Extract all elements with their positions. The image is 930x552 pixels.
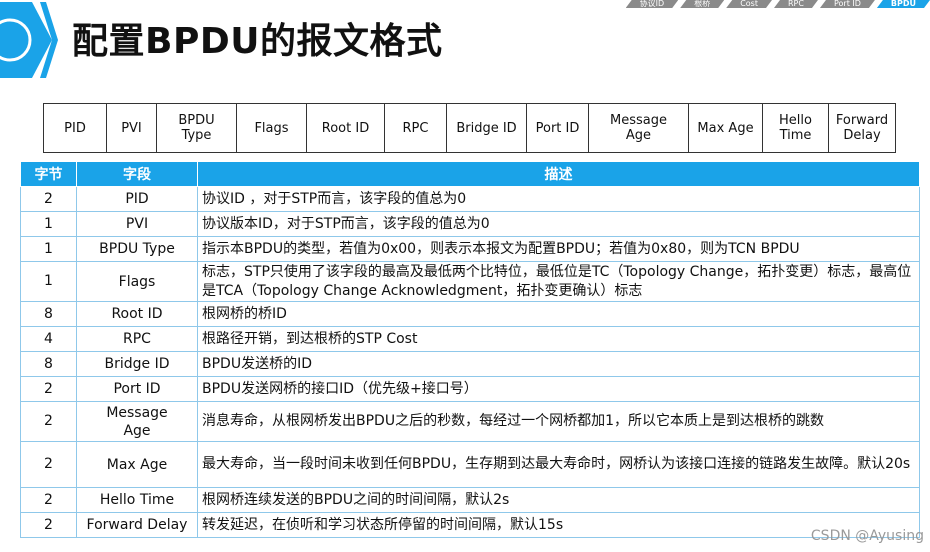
table-header-row: 字节 字段 描述: [20, 161, 920, 187]
table-row: 2 Max Age 最大寿命，当一段时间未收到任何BPDU，生存期到达最大寿命时，网…: [20, 441, 920, 488]
breadcrumb-item[interactable]: BPDU: [877, 0, 930, 8]
table-row: 8 Root ID 根网桥的桥ID: [20, 301, 920, 327]
row-field-cell: Port ID: [76, 376, 198, 402]
breadcrumb: 协议ID 根桥 Cost RPC Port ID BPDU: [624, 0, 930, 8]
format-field-cell: Forward Delay: [828, 104, 895, 152]
row-field-cell: Hello Time: [76, 487, 198, 513]
row-field-cell: Flags: [76, 261, 198, 302]
row-field-cell: Bridge ID: [76, 351, 198, 377]
row-field-cell: PVI: [76, 211, 198, 237]
row-description-cell: 最大寿命，当一段时间未收到任何BPDU，生存期到达最大寿命时，网桥认为该接口连接…: [197, 441, 920, 488]
table-row: 2 Message Age 消息寿命，从根网桥发出BPDU之后的秒数，每经过一个网桥…: [20, 401, 920, 442]
format-field-cell: Root ID: [306, 104, 384, 152]
row-field-cell: Forward Delay: [76, 512, 198, 538]
row-bytes-cell: 2: [20, 186, 77, 212]
header-description: 描述: [197, 161, 920, 187]
format-field-cell: BPDU Type: [156, 104, 236, 152]
row-description-cell: 指示本BPDU的类型，若值为0x00，则表示本报文为配置BPDU；若值为0x80…: [197, 236, 920, 262]
row-bytes-cell: 1: [20, 236, 77, 262]
breadcrumb-item[interactable]: 协议ID: [626, 0, 679, 8]
format-field-cell: Flags: [236, 104, 306, 152]
format-field-cell: PID: [64, 120, 86, 136]
row-description-cell: 根网桥连续发送的BPDU之间的时间间隔，默认2s: [197, 487, 920, 513]
watermark: CSDN @Ayusing: [810, 528, 924, 544]
row-field-cell: RPC: [76, 326, 198, 352]
row-description-cell: 协议ID ，对于STP而言，该字段的值总为0: [197, 186, 920, 212]
row-bytes-cell: 4: [20, 326, 77, 352]
format-field-cell: PVI: [106, 104, 156, 152]
row-description-cell: BPDU发送网桥的接口ID（优先级+接口号）: [197, 376, 920, 402]
table-row: 1 PVI 协议版本ID，对于STP而言，该字段的值总为0: [20, 211, 920, 237]
format-field-cell: Bridge ID: [446, 104, 526, 152]
row-bytes-cell: 8: [20, 301, 77, 327]
format-field-cell: Port ID: [526, 104, 588, 152]
row-bytes-cell: 2: [20, 487, 77, 513]
format-field-cell: RPC: [384, 104, 446, 152]
row-field-cell: PID: [76, 186, 198, 212]
breadcrumb-item[interactable]: 根桥: [680, 0, 724, 8]
row-field-cell: BPDU Type: [76, 236, 198, 262]
row-description-cell: 消息寿命，从根网桥发出BPDU之后的秒数，每经过一个网桥都加1，所以它本质上是到…: [197, 401, 920, 442]
table-row: 4 RPC 根路径开销，到达根桥的STP Cost: [20, 326, 920, 352]
format-field-cell: Hello Time: [762, 104, 828, 152]
row-field-cell: Root ID: [76, 301, 198, 327]
table-row: 1 Flags 标志，STP只使用了该字段的最高及最低两个比特位，最低位是TC（To…: [20, 261, 920, 302]
header-bytes: 字节: [20, 161, 77, 187]
table-row: 2 Hello Time 根网桥连续发送的BPDU之间的时间间隔，默认2s: [20, 487, 920, 513]
row-description-cell: BPDU发送桥的ID: [197, 351, 920, 377]
row-bytes-cell: 2: [20, 441, 77, 488]
table-row: 1 BPDU Type 指示本BPDU的类型，若值为0x00，则表示本报文为配置BP…: [20, 236, 920, 262]
row-bytes-cell: 2: [20, 401, 77, 442]
row-field-cell: Message Age: [76, 401, 198, 442]
table-row: 2 PID 协议ID ，对于STP而言，该字段的值总为0: [20, 186, 920, 212]
chevron-logo-icon: [0, 2, 58, 78]
format-field-cell: Max Age: [688, 104, 762, 152]
breadcrumb-item[interactable]: Port ID: [820, 0, 875, 8]
bpdu-format-diagram: PID PVI BPDU Type Flags Root ID RPC Bridge ID P…: [43, 103, 896, 153]
format-field-cell: Message Age: [588, 104, 688, 152]
row-bytes-cell: 1: [20, 261, 77, 302]
page-title: 配置BPDU的报文格式: [72, 21, 443, 62]
row-description-cell: 协议版本ID，对于STP而言，该字段的值总为0: [197, 211, 920, 237]
row-bytes-cell: 2: [20, 376, 77, 402]
row-bytes-cell: 8: [20, 351, 77, 377]
table-row: 2 Forward Delay 转发延迟，在侦听和学习状态所停留的时间间隔，默认15…: [20, 512, 920, 538]
row-description-cell: 根网桥的桥ID: [197, 301, 920, 327]
row-field-cell: Max Age: [76, 441, 198, 488]
bpdu-field-table: 字节 字段 描述 2 PID 协议ID ，对于STP而言，该字段的值总为0 1 PVI 协…: [20, 161, 920, 538]
row-description-cell: 根路径开销，到达根桥的STP Cost: [197, 326, 920, 352]
row-description-cell: 标志，STP只使用了该字段的最高及最低两个比特位，最低位是TC（Topology…: [197, 261, 920, 302]
row-bytes-cell: 1: [20, 211, 77, 237]
header-field: 字段: [76, 161, 198, 187]
table-row: 2 Port ID BPDU发送网桥的接口ID（优先级+接口号）: [20, 376, 920, 402]
breadcrumb-item[interactable]: RPC: [774, 0, 818, 8]
table-row: 8 Bridge ID BPDU发送桥的ID: [20, 351, 920, 377]
breadcrumb-item[interactable]: Cost: [726, 0, 772, 8]
row-bytes-cell: 2: [20, 512, 77, 538]
